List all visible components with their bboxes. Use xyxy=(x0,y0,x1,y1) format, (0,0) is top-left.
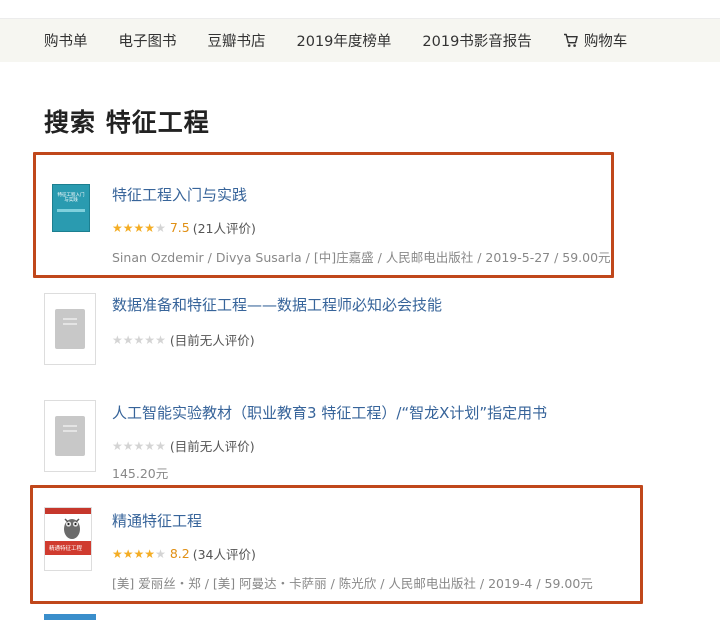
owl-illustration xyxy=(61,515,83,541)
rating-score: 8.2 xyxy=(169,546,190,561)
top-nav: 购书单 电子图书 豆瓣书店 2019年度榜单 2019书影音报告 购物车 xyxy=(0,18,720,62)
nav-item-douban-bookstore[interactable]: 豆瓣书店 xyxy=(208,30,266,51)
book-title-link[interactable]: 精通特征工程 xyxy=(112,510,652,531)
star-icon: ★ xyxy=(112,220,123,235)
star-icon: ★ xyxy=(144,546,156,561)
page-title: 搜索 特征工程 xyxy=(44,108,210,137)
rating-row: ★ ★ ★ ★ ★ (目前无人评价) xyxy=(112,436,652,455)
star-icon: ★ xyxy=(112,546,123,561)
star-icon: ★ xyxy=(144,220,156,235)
rating-count[interactable]: (34人评价) xyxy=(193,544,256,563)
book-placeholder-icon xyxy=(55,309,85,349)
nav-item-cart[interactable]: 购物车 xyxy=(563,30,628,51)
result-item: 特征工程入门与实践 特征工程入门与实践 ★ ★ ★ ★ ★ 7.5 (21人评价… xyxy=(44,184,644,265)
nav-item-ebooks[interactable]: 电子图书 xyxy=(119,30,177,51)
star-rating: ★ ★ ★ ★ ★ xyxy=(112,548,166,560)
book-cover-title: 特征工程入门与实践 xyxy=(57,193,85,204)
star-icon: ★ xyxy=(122,220,134,235)
book-title-link[interactable]: 特征工程入门与实践 xyxy=(112,184,652,205)
star-icon: ★ xyxy=(122,546,134,561)
result-item: 数据准备和特征工程——数据工程师必知必会技能 ★ ★ ★ ★ ★ (目前无人评价… xyxy=(44,293,644,374)
star-icon: ★ xyxy=(112,332,123,347)
rating-count: (目前无人评价) xyxy=(169,333,255,348)
star-icon: ★ xyxy=(133,546,145,561)
star-icon: ★ xyxy=(122,332,134,347)
rating-row: ★ ★ ★ ★ ★ 8.2 (34人评价) xyxy=(112,544,652,563)
rating-score: 7.5 xyxy=(169,220,190,235)
star-icon: ★ xyxy=(155,332,166,347)
cover-strip xyxy=(57,208,85,212)
star-rating: ★ ★ ★ ★ ★ xyxy=(112,222,166,234)
result-item: 人工智能实验教材（职业教育3 特征工程）/“智龙X计划”指定用书 ★ ★ ★ ★… xyxy=(44,400,644,482)
book-title-link[interactable]: 数据准备和特征工程——数据工程师必知必会技能 xyxy=(112,294,652,315)
book-meta: [美] 爱丽丝・郑 / [美] 阿曼达・卡萨丽 / 陈光欣 / 人民邮电出版社 … xyxy=(112,576,593,591)
book-meta: Sinan Ozdemir / Divya Susarla / [中]庄嘉盛 /… xyxy=(112,250,611,265)
star-icon: ★ xyxy=(155,220,166,235)
cart-label: 购物车 xyxy=(583,34,628,50)
star-icon: ★ xyxy=(112,438,123,453)
star-icon: ★ xyxy=(155,438,166,453)
rating-count[interactable]: (21人评价) xyxy=(193,218,256,237)
book-placeholder-icon xyxy=(55,416,85,456)
next-result-cover-partial xyxy=(44,614,96,620)
star-rating: ★ ★ ★ ★ ★ xyxy=(112,334,166,346)
star-icon: ★ xyxy=(133,438,145,453)
cover-header-bar xyxy=(45,508,91,514)
book-cover[interactable]: 精通特征工程 xyxy=(44,507,92,571)
book-cover-placeholder[interactable] xyxy=(44,400,96,472)
book-cover[interactable]: 特征工程入门与实践 xyxy=(52,184,90,232)
star-icon: ★ xyxy=(122,438,134,453)
book-cover-placeholder[interactable] xyxy=(44,293,96,365)
book-title-link[interactable]: 人工智能实验教材（职业教育3 特征工程）/“智龙X计划”指定用书 xyxy=(112,402,652,423)
nav-item-book-list[interactable]: 购书单 xyxy=(44,30,88,51)
star-rating: ★ ★ ★ ★ ★ xyxy=(112,440,166,452)
rating-row: ★ ★ ★ ★ ★ 7.5 (21人评价) xyxy=(112,218,652,237)
book-cover-title: 精通特征工程 xyxy=(45,541,91,555)
cart-icon xyxy=(563,33,579,48)
star-icon: ★ xyxy=(144,438,156,453)
rating-count: (目前无人评价) xyxy=(169,439,255,454)
result-item: 精通特征工程 精通特征工程 ★ ★ ★ ★ ★ 8.2 (34人评价) [美] … xyxy=(44,507,644,591)
star-icon: ★ xyxy=(144,332,156,347)
star-icon: ★ xyxy=(133,332,145,347)
nav-item-2019-ranking[interactable]: 2019年度榜单 xyxy=(297,30,392,51)
star-icon: ★ xyxy=(155,546,166,561)
star-icon: ★ xyxy=(133,220,145,235)
rating-row: ★ ★ ★ ★ ★ (目前无人评价) xyxy=(112,330,652,349)
book-price: 145.20元 xyxy=(112,466,169,481)
nav-item-2019-report[interactable]: 2019书影音报告 xyxy=(422,30,531,51)
